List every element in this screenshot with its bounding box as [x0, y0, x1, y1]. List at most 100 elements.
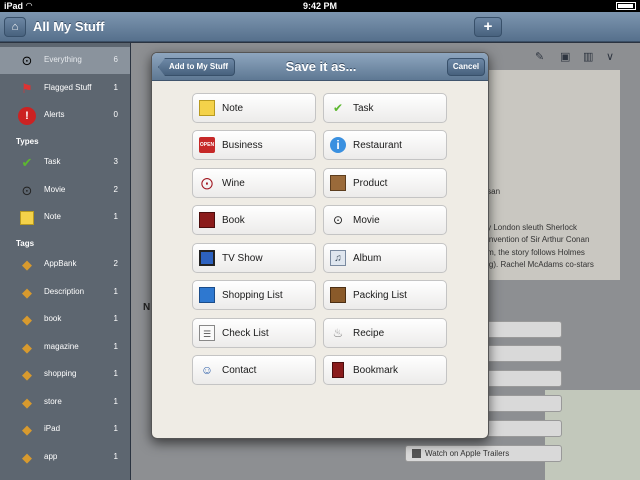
- recipe-option-button[interactable]: ♨ Recipe: [323, 318, 447, 348]
- trash-icon[interactable]: ▥: [583, 50, 593, 63]
- film-reel-icon: ⊙: [21, 53, 33, 68]
- check-list-option-button[interactable]: ☰ Check List: [192, 318, 316, 348]
- wine-glass-icon: ⨀: [201, 176, 213, 190]
- info-icon: i: [330, 137, 346, 153]
- tv-show-option-button[interactable]: TV Show: [192, 243, 316, 273]
- sidebar-item-label: app: [44, 452, 58, 461]
- app-title: All My Stuff: [33, 19, 105, 34]
- sidebar-item-label: Flagged Stuff: [44, 83, 92, 92]
- sidebar-item-tag[interactable]: ◆ book 1: [0, 306, 130, 333]
- option-label: Business: [222, 140, 263, 151]
- tag-icon: ◆: [22, 367, 32, 382]
- home-button[interactable]: ⌂: [4, 17, 26, 37]
- sidebar-item-count: 1: [113, 287, 118, 296]
- sidebar-item-count: 1: [113, 452, 118, 461]
- sidebar-item-label: book: [44, 314, 62, 323]
- sidebar-item-label: magazine: [44, 342, 79, 351]
- tag-icon: ◆: [22, 422, 32, 437]
- sidebar-item-count: 0: [113, 110, 118, 119]
- sidebar-item-count: 1: [113, 212, 118, 221]
- box-icon: [330, 175, 346, 191]
- option-label: Packing List: [353, 290, 407, 301]
- briefcase-icon: [330, 287, 346, 303]
- person-icon: ☺: [200, 363, 214, 377]
- album-option-button[interactable]: ♫ Album: [323, 243, 447, 273]
- chevron-down-icon[interactable]: ∨: [606, 50, 614, 63]
- movie-option-button[interactable]: ⊙ Movie: [323, 205, 447, 235]
- checkmark-icon: ✔: [21, 155, 33, 170]
- sidebar-item-tag[interactable]: ◆ app 1: [0, 444, 130, 471]
- lock-icon[interactable]: ▣: [560, 50, 570, 63]
- option-label: Wine: [222, 178, 245, 189]
- checkmark-icon: ✔: [332, 101, 344, 115]
- sidebar-item-label: AppBank: [44, 259, 77, 268]
- contact-option-button[interactable]: ☺ Contact: [192, 355, 316, 385]
- option-label: Album: [353, 253, 382, 264]
- save-as-dialog: Add to My Stuff Save it as... Cancel Not…: [151, 52, 489, 439]
- product-option-button[interactable]: Product: [323, 168, 447, 198]
- tag-icon: ◆: [22, 285, 32, 300]
- book-option-button[interactable]: Book: [192, 205, 316, 235]
- option-label: Recipe: [353, 328, 385, 339]
- option-label: Note: [222, 103, 244, 114]
- tag-icon: ◆: [22, 450, 32, 465]
- status-bar: iPad ◠ 9:42 PM: [0, 0, 640, 12]
- option-label: Restaurant: [353, 140, 402, 151]
- packing-list-option-button[interactable]: Packing List: [323, 280, 447, 310]
- dialog-title-bar: Add to My Stuff Save it as... Cancel: [152, 53, 488, 81]
- sidebar-item-tag[interactable]: ◆ shopping 1: [0, 361, 130, 388]
- album-icon: ♫: [330, 250, 346, 266]
- home-icon: ⌂: [11, 21, 19, 33]
- sidebar-item-label: shopping: [44, 369, 77, 378]
- detail-text: ong). Rachel McAdams co-stars: [480, 260, 594, 269]
- option-label: Book: [222, 215, 245, 226]
- sidebar-item-flagged[interactable]: ⚑ Flagged Stuff 1: [0, 75, 130, 102]
- cancel-button[interactable]: Cancel: [447, 58, 485, 76]
- alert-icon: !: [18, 107, 36, 125]
- sidebar-item-label: Alerts: [44, 110, 65, 119]
- sidebar-item-alerts[interactable]: ! Alerts 0: [0, 102, 130, 129]
- sidebar-item-tag[interactable]: ◆ iPad 1: [0, 416, 130, 443]
- sidebar-item-count: 1: [113, 369, 118, 378]
- sidebar-item-label: store: [44, 397, 62, 406]
- task-option-button[interactable]: ✔ Task: [323, 93, 447, 123]
- apple-trailers-label: Watch on Apple Trailers: [425, 449, 510, 458]
- sidebar-item-task[interactable]: ✔ Task 3: [0, 149, 130, 176]
- option-label: Movie: [353, 215, 380, 226]
- book-icon: [199, 212, 215, 228]
- trailer-icon: [412, 449, 421, 459]
- recipe-icon: ♨: [332, 326, 344, 340]
- wine-option-button[interactable]: ⨀ Wine: [192, 168, 316, 198]
- sidebar-item-tag[interactable]: ◆ store 1: [0, 389, 130, 416]
- option-label: Contact: [222, 365, 257, 376]
- sidebar-item-tag[interactable]: ◆ magazine 1: [0, 334, 130, 361]
- sidebar-item-tag[interactable]: ◆ AppBank 2: [0, 251, 130, 278]
- pencil-icon[interactable]: ✎: [535, 50, 544, 63]
- option-label: Product: [353, 178, 388, 189]
- sidebar-item-count: 2: [113, 259, 118, 268]
- dialog-title: Save it as...: [285, 59, 357, 74]
- note-icon: [18, 209, 36, 227]
- shopping-list-option-button[interactable]: Shopping List: [192, 280, 316, 310]
- sidebar-item-tag[interactable]: ◆ Description 1: [0, 279, 130, 306]
- option-label: TV Show: [222, 253, 263, 264]
- sidebar-item-label: Everything: [44, 55, 82, 64]
- detail-text: reinvention of Sir Arthur Conan: [480, 235, 590, 244]
- business-option-button[interactable]: OPEN Business: [192, 130, 316, 160]
- top-navigation-bar: ⌂ All My Stuff +: [0, 12, 640, 42]
- option-label: Shopping List: [222, 290, 283, 301]
- tag-icon: ◆: [22, 257, 32, 272]
- bookmark-option-button[interactable]: Bookmark: [323, 355, 447, 385]
- sidebar-item-movie[interactable]: ⊙ Movie 2: [0, 177, 130, 204]
- add-button[interactable]: +: [474, 17, 502, 37]
- note-option-button[interactable]: Note: [192, 93, 316, 123]
- apple-trailers-button[interactable]: Watch on Apple Trailers: [405, 445, 562, 462]
- sidebar-item-note[interactable]: Note 1: [0, 204, 130, 231]
- sidebar-item-everything[interactable]: ⊙ Everything 6: [0, 47, 130, 74]
- restaurant-option-button[interactable]: i Restaurant: [323, 130, 447, 160]
- bookmark-icon: [332, 362, 344, 378]
- detail-card: arsan ary London sleuth Sherlock reinven…: [470, 70, 620, 280]
- sidebar-heading-types: Types: [16, 137, 39, 146]
- sidebar-item-label: Description: [44, 287, 85, 296]
- detail-text: ary London sleuth Sherlock: [480, 223, 577, 232]
